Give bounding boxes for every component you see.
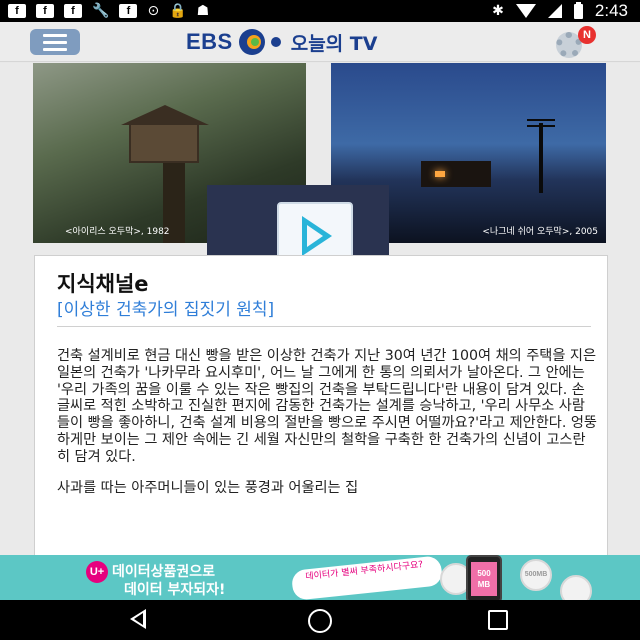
wifi-icon xyxy=(515,4,536,18)
app-header: EBS 오늘의 TV N xyxy=(0,22,640,62)
bluetooth-icon: ✱ xyxy=(492,3,504,19)
tower xyxy=(539,123,543,193)
facebook-icon: f xyxy=(64,4,82,18)
article-paragraph: 사과를 따는 아주머니들이 있는 풍경과 어울리는 집 xyxy=(57,479,359,496)
facebook-icon: f xyxy=(8,4,26,18)
logo-mark-icon xyxy=(238,29,285,55)
menu-button[interactable] xyxy=(30,29,80,55)
logo-brand: EBS xyxy=(186,29,233,54)
article-subtitle: [이상한 건축가의 집짓기 원칙] xyxy=(57,300,275,320)
wrench-icon: 🔧 xyxy=(92,3,110,19)
article-title: 지식채널e xyxy=(57,272,149,296)
system-icons: ✱ 2:43 xyxy=(492,1,640,21)
photo-caption-right: <나그네 쉬어 오두막>, 2005 xyxy=(482,227,598,237)
content-area[interactable]: <아이리스 오두막>, 1982 <나그네 쉬어 오두막>, 2005 지식채널… xyxy=(0,63,640,555)
article-paragraph: 건축 설계비로 현금 대신 빵을 받은 이상한 건축가 지난 30여 년간 10… xyxy=(57,348,597,465)
app-logo[interactable]: EBS 오늘의 TV xyxy=(186,29,377,55)
divider xyxy=(57,326,591,327)
hut-window-light xyxy=(435,171,445,177)
ad-headline: 데이터상품권으로 xyxy=(112,564,216,580)
facebook-icon: f xyxy=(36,4,54,18)
treehouse-roof xyxy=(121,105,209,125)
uplus-logo-icon: U+ xyxy=(86,561,108,583)
ad-speech-bubble: 데이터가 별써 부족하시다구요? xyxy=(290,555,444,600)
article-card: 지식채널e [이상한 건축가의 집짓기 원칙] 건축 설계비로 현금 대신 빵을… xyxy=(34,255,608,555)
play-icon-inner xyxy=(307,225,323,247)
android-icon: ☗ xyxy=(196,3,210,19)
hamburger-icon-line xyxy=(43,40,67,44)
clock: 2:43 xyxy=(594,1,628,20)
coin-icon: 500MB xyxy=(520,559,552,591)
ad-subline: 데이터 부자되자! xyxy=(124,582,226,598)
status-bar: f f f 🔧 f ⊙ 🔒 ☗ ✱ 2:43 xyxy=(0,0,640,22)
home-icon[interactable] xyxy=(308,609,332,633)
photo-caption-left: <아이리스 오두막>, 1982 xyxy=(65,227,170,237)
phone-screen: 500 MB xyxy=(471,562,497,596)
hamburger-icon-line xyxy=(43,33,67,37)
treehouse xyxy=(129,123,199,163)
ad-banner[interactable]: U+ 데이터상품권으로 데이터 부자되자! 데이터가 별써 부족하시다구요? 5… xyxy=(0,555,640,600)
lock-icon: 🔒 xyxy=(169,3,187,19)
recent-apps-icon[interactable] xyxy=(488,610,508,630)
disc-icon: ⊙ xyxy=(147,3,160,19)
facebook-icon: f xyxy=(119,4,138,18)
hamburger-icon-line xyxy=(43,47,67,51)
phone-icon: 500 MB xyxy=(466,555,502,600)
article-body: 건축 설계비로 현금 대신 빵을 받은 이상한 건축가 지난 30여 년간 10… xyxy=(57,348,597,510)
coin-icon xyxy=(560,575,592,600)
notification-badge: N xyxy=(578,26,596,44)
notification-icons: f f f 🔧 f ⊙ 🔒 ☗ xyxy=(0,4,209,18)
back-icon-inner xyxy=(134,613,143,625)
signal-icon xyxy=(547,4,562,18)
hut xyxy=(421,161,491,187)
logo-title: 오늘의 TV xyxy=(290,32,378,55)
ad-bubble-text: 데이터가 별써 부족하시다구요? xyxy=(305,560,424,583)
system-nav-bar xyxy=(0,600,640,640)
settings-button[interactable]: N xyxy=(556,26,596,58)
battery-icon xyxy=(573,1,583,19)
